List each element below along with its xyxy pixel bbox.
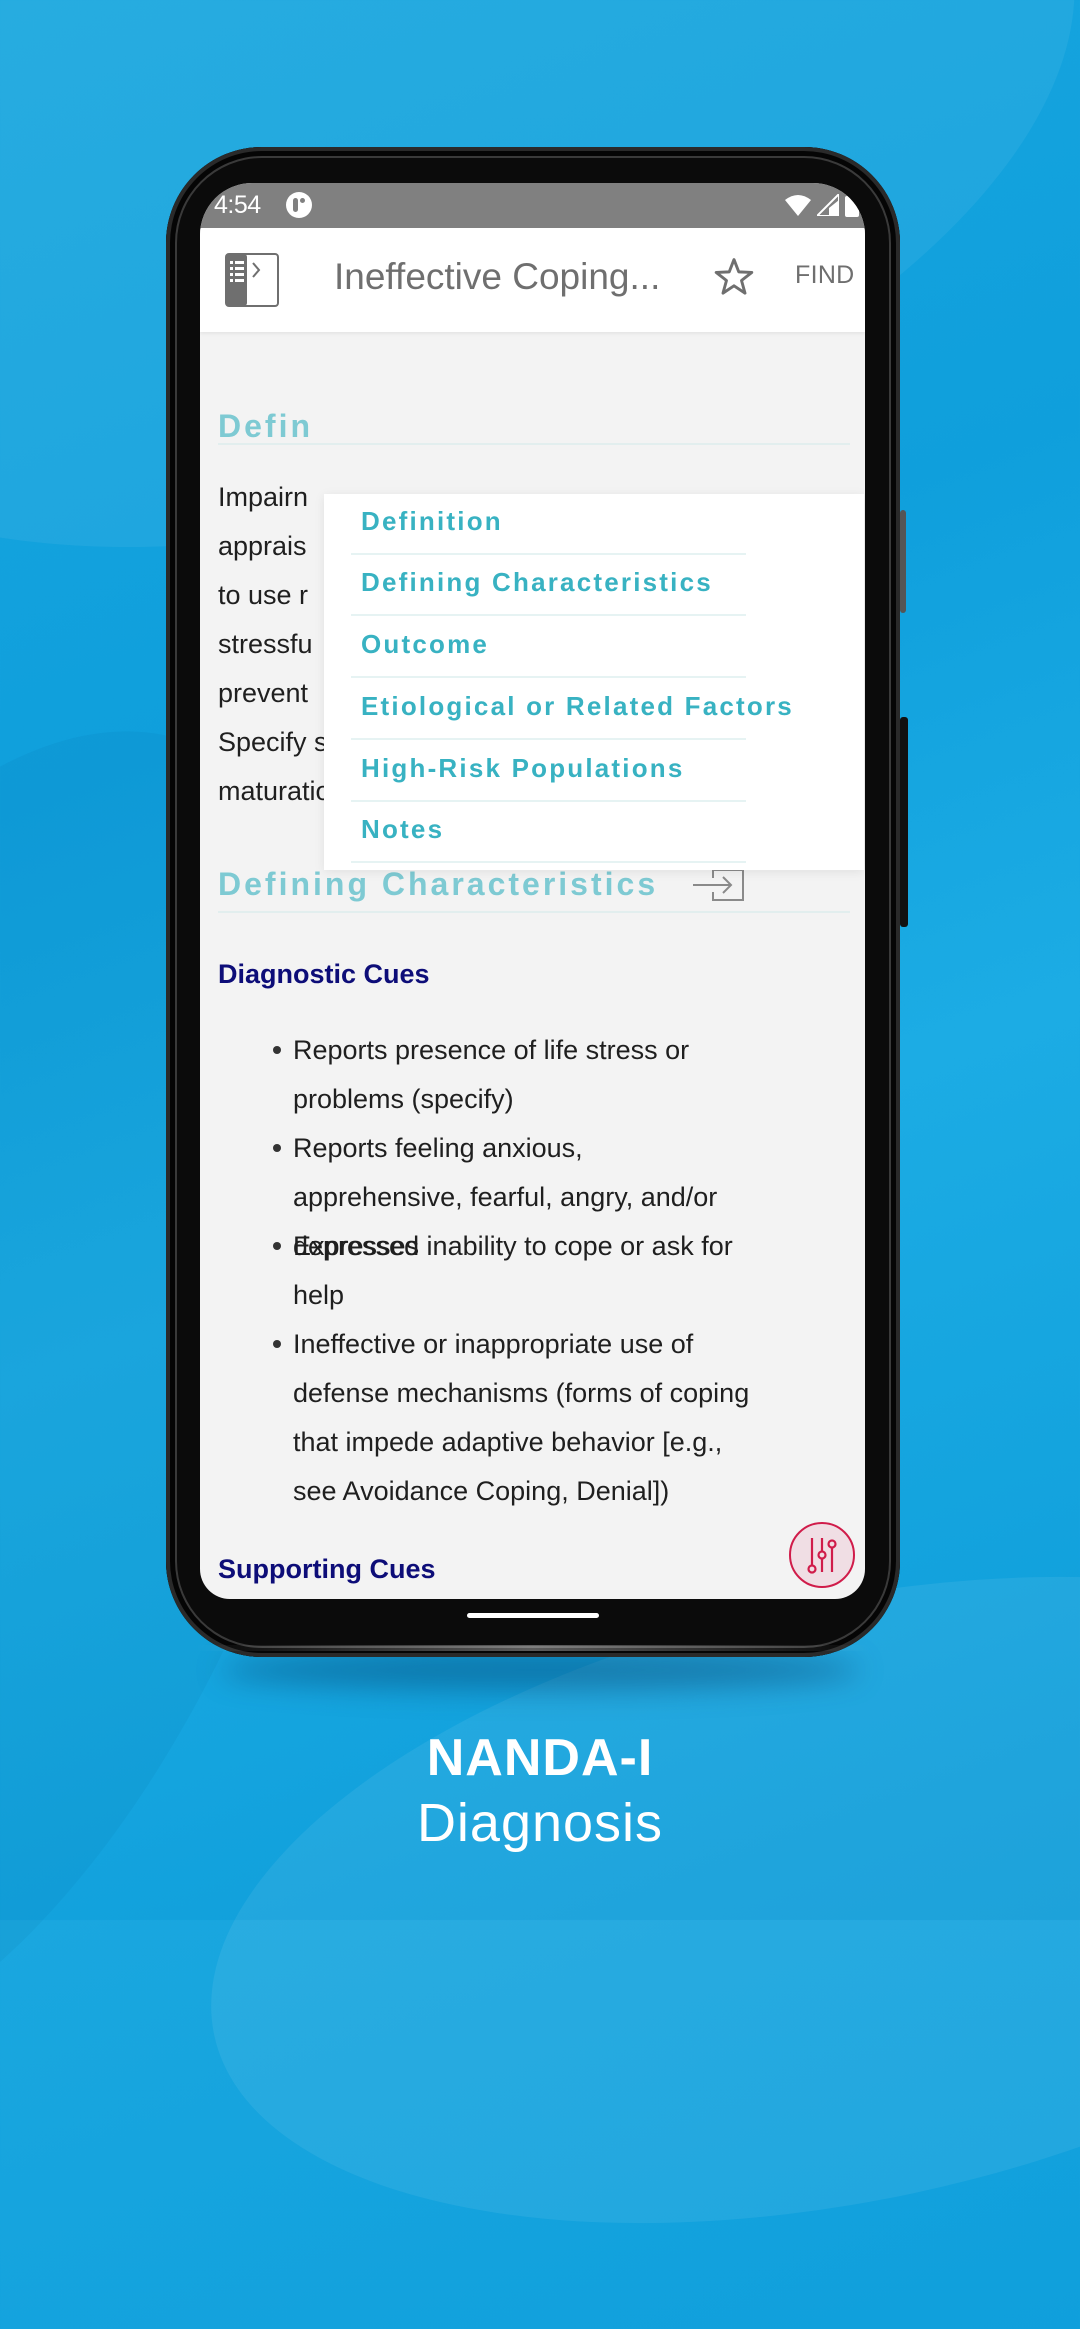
bullet-icon [273,1046,281,1054]
enter-section-icon [693,869,744,901]
toc-item-etiological-factors[interactable]: Etiological or Related Factors [351,679,831,740]
diagnostic-cue-text: Expresses inability to cope or ask for h… [293,1231,733,1310]
find-button[interactable]: FIND [795,261,855,290]
diagnostic-cue-text: Ineffective or inappropriate use of defe… [293,1329,750,1506]
toc-item-outcome[interactable]: Outcome [351,617,831,678]
toc-item-defining-characteristics[interactable]: Defining Characteristics [351,555,831,616]
definition-heading: Defin [218,408,313,444]
table-of-contents-menu: Definition Defining Characteristics Outc… [324,494,864,870]
section-divider [218,443,850,445]
diagnostic-cue-item: Expresses inability to cope or ask for h… [273,1222,753,1320]
toc-item-label: Etiological or Related Factors [361,691,794,721]
star-outline-icon [714,258,754,295]
phone-power-button [900,717,908,927]
definition-text-line: apprais [218,531,307,561]
app-bar: Ineffective Coping... FIND [200,228,865,332]
toc-item-label: Definition [361,506,503,536]
diagnosis-content: Defin Impairn apprais to use r stressfu … [200,332,865,1599]
promo-subtitle: Diagnosis [416,1793,664,1853]
filter-sliders-icon [807,1538,837,1574]
home-gesture-bar[interactable] [467,1613,599,1618]
menu-divider [351,861,746,863]
toc-item-label: High-Risk Populations [361,753,685,783]
diagnostic-cue-item: Ineffective or inappropriate use of defe… [273,1320,753,1516]
section-divider [218,911,850,913]
filter-button[interactable] [789,1522,855,1588]
diagnostic-cues-heading: Diagnostic Cues [218,959,430,989]
promo-title: NANDA-I [426,1729,654,1787]
defining-characteristics-heading: Defining Characteristics [218,866,659,902]
menu-divider [351,676,746,678]
table-of-contents-button[interactable] [225,253,279,307]
menu-divider [351,738,746,740]
diagnostic-cue-item: Reports presence of life stress or probl… [273,1026,753,1124]
page-title: Ineffective Coping... [334,256,661,297]
bullet-icon [273,1340,281,1348]
supporting-cues-heading: Supporting Cues [218,1554,436,1584]
status-time: 4:54 [214,191,261,219]
app-notification-icon [286,192,312,218]
toc-item-notes[interactable]: Notes [351,802,831,863]
phone-edge-highlight [196,1645,870,1651]
table-of-contents-icon [225,253,279,307]
favorite-button[interactable] [712,255,756,299]
bullet-icon [273,1242,281,1250]
battery-icon [845,193,859,217]
toc-item-label: Notes [361,814,445,844]
definition-text-line: stressfu [218,629,313,659]
definition-text-line: prevent [218,678,309,708]
jump-to-section-button[interactable] [693,868,745,902]
definition-text-line: Impairn [218,482,309,512]
phone-volume-button [900,510,906,613]
menu-divider [351,614,746,616]
diagnostic-cue-text: Reports presence of life stress or probl… [293,1035,690,1114]
toc-item-label: Defining Characteristics [361,567,713,597]
toc-item-label: Outcome [361,629,490,659]
phone-screen: 4:54 Ineffective Coping... FIND Defin Im… [200,183,865,1599]
status-bar: 4:54 [200,183,865,228]
cellular-signal-icon [817,194,839,216]
bullet-icon [273,1144,281,1152]
definition-text-line: to use r [218,580,309,610]
status-icons [785,193,859,217]
toc-item-definition[interactable]: Definition [351,494,831,555]
wifi-icon [785,195,811,216]
toc-item-high-risk-populations[interactable]: High-Risk Populations [351,741,831,802]
